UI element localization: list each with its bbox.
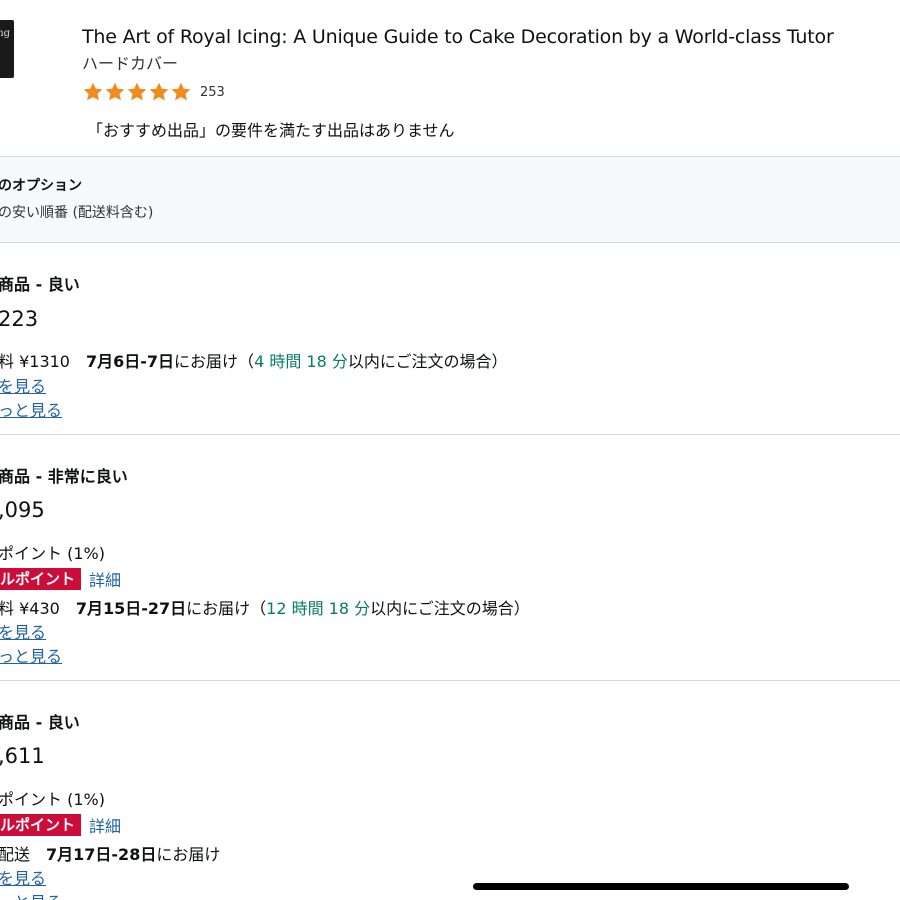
rating-count[interactable]: 253: [200, 85, 225, 100]
see-more-link[interactable]: っと見る: [0, 397, 62, 421]
delivery-suffix: にお届け（: [186, 599, 267, 618]
options-header[interactable]: のオプション の安い順番 (配送料含む): [0, 157, 900, 243]
star-icon: [83, 82, 103, 101]
offer-points: ポイント (1%): [0, 790, 105, 809]
home-indicator[interactable]: [473, 883, 849, 890]
book-thumbnail[interactable]: ing: [0, 20, 14, 78]
view-link[interactable]: を見る: [0, 619, 46, 643]
offer-points: ポイント (1%): [0, 544, 105, 563]
offer-price: ,611: [0, 744, 45, 768]
options-title: のオプション: [0, 178, 82, 194]
offer-delivery: 料 ¥1310 7月6日-7日にお届け（4 時間 18 分以内にご注文の場合）: [0, 348, 508, 372]
offer-price: 223: [0, 307, 39, 331]
points-detail-link[interactable]: 詳細: [89, 813, 121, 837]
order-timer: 12 時間 18 分: [266, 599, 371, 618]
points-badge-row: ルポイント 詳細: [0, 814, 121, 836]
see-more-link[interactable]: っと見る: [0, 889, 62, 900]
delivery-date: 7月6日-7日: [86, 352, 175, 371]
view-link[interactable]: を見る: [0, 865, 46, 889]
sort-description: の安い順番 (配送料含む): [0, 205, 154, 221]
delivery-fee: 料 ¥430: [0, 599, 60, 618]
star-icon: [127, 82, 147, 101]
star-icon: [171, 82, 191, 101]
offer-condition: 商品 - 良い: [0, 275, 80, 294]
delivery-suffix: にお届け: [156, 845, 221, 864]
timer-suffix: 以内にご注文の場合）: [347, 352, 508, 371]
delivery-suffix: にお届け（: [174, 352, 255, 371]
delivery-date: 7月17日-28日: [46, 845, 157, 864]
offer-item: 商品 - 非常に良い ,095 ポイント (1%) ルポイント 詳細 料 ¥43…: [0, 435, 900, 681]
timer-suffix: 以内にご注文の場合）: [370, 599, 530, 618]
offer-price: ,095: [0, 498, 45, 522]
points-badge: ルポイント: [0, 814, 82, 836]
points-detail-link[interactable]: 詳細: [89, 567, 121, 591]
offer-item: 商品 - 良い 223 料 ¥1310 7月6日-7日にお届け（4 時間 18 分…: [0, 243, 900, 435]
book-thumbnail-text: ing: [0, 28, 11, 39]
points-badge-row: ルポイント 詳細: [0, 568, 121, 590]
product-binding: ハードカバー: [82, 54, 179, 73]
delivery-date: 7月15日-27日: [75, 599, 187, 618]
product-header: ing The Art of Royal Icing: A Unique Gui…: [0, 0, 900, 157]
offer-delivery: 配送 7月17日-28日にお届け: [0, 841, 220, 865]
offer-condition: 商品 - 非常に良い: [0, 467, 128, 486]
order-timer: 4 時間 18 分: [254, 352, 348, 371]
view-link[interactable]: を見る: [0, 373, 46, 397]
offer-listing-page: ing The Art of Royal Icing: A Unique Gui…: [0, 0, 900, 900]
see-more-link[interactable]: っと見る: [0, 643, 62, 667]
offer-delivery: 料 ¥430 7月15日-27日にお届け（12 時間 18 分以内にご注文の場合）: [0, 595, 530, 619]
points-badge: ルポイント: [0, 568, 82, 590]
product-title[interactable]: The Art of Royal Icing: A Unique Guide t…: [82, 26, 834, 48]
no-recommended-offer-notice: 「おすすめ出品」の要件を満たす出品はありません: [87, 121, 455, 140]
delivery-fee: 料 ¥1310: [0, 352, 70, 371]
offer-condition: 商品 - 良い: [0, 713, 80, 732]
star-icon: [105, 82, 125, 101]
product-rating[interactable]: 253: [82, 80, 225, 104]
star-icon: [149, 82, 169, 101]
delivery-fee: 配送: [0, 845, 31, 864]
offer-item: 商品 - 良い ,611 ポイント (1%) ルポイント 詳細 配送 7月17日-…: [0, 681, 900, 900]
